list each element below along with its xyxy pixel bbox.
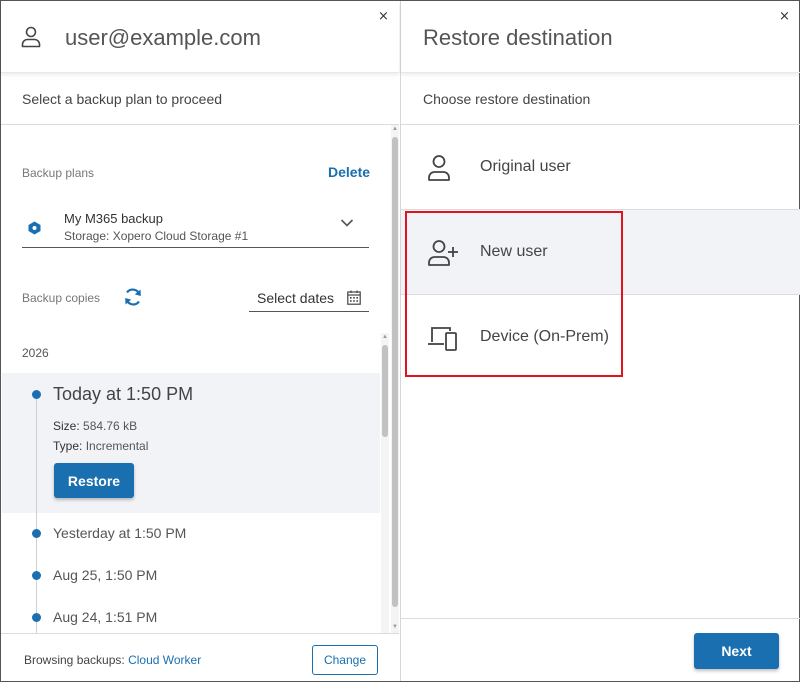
scroll-up-icon[interactable]: ▲	[381, 333, 389, 341]
worker-link[interactable]: Cloud Worker	[128, 653, 201, 667]
close-icon[interactable]: ×	[779, 10, 790, 23]
timeline-dot	[32, 390, 41, 399]
destination-label: Device (On-Prem)	[480, 328, 609, 345]
scroll-up-icon[interactable]: ▲	[391, 125, 399, 133]
browsing-info: Browsing backups: Cloud Worker	[24, 653, 202, 667]
year-heading: 2026	[22, 346, 49, 360]
hexagon-plan-icon	[28, 221, 41, 235]
copy-title: Today at 1:50 PM	[53, 384, 194, 404]
select-dates-picker[interactable]: Select dates	[249, 285, 369, 312]
calendar-icon	[347, 290, 361, 305]
panel-scrollbar[interactable]: ▲ ▼	[391, 125, 399, 633]
subtitle-text: Choose restore destination	[423, 91, 591, 107]
close-icon[interactable]: ×	[378, 10, 389, 23]
plan-name: My M365 backup	[64, 211, 163, 226]
panel-header: Restore destination	[401, 1, 800, 73]
copy-size: Size: 584.76 kB	[53, 419, 138, 433]
refresh-icon[interactable]	[123, 287, 143, 307]
panel-subtitle: Choose restore destination	[401, 74, 800, 125]
subtitle-text: Select a backup plan to proceed	[22, 91, 223, 107]
user-plus-icon	[428, 240, 458, 266]
copies-scrollbar[interactable]: ▲	[381, 333, 389, 633]
devices-icon	[428, 327, 457, 351]
scroll-thumb[interactable]	[392, 137, 398, 607]
delete-plan-link[interactable]: Delete	[328, 164, 370, 180]
next-button[interactable]: Next	[694, 633, 779, 669]
timeline-dot	[32, 613, 41, 622]
panel-footer: Browsing backups: Cloud Worker Change	[1, 633, 399, 681]
scroll-thumb[interactable]	[382, 345, 388, 437]
timeline-dot	[32, 529, 41, 538]
backup-copies-label: Backup copies	[22, 291, 101, 305]
backup-copy-item[interactable]: Aug 25, 1:50 PM	[53, 567, 157, 583]
account-title: user@example.com	[65, 25, 261, 50]
backup-copy-item[interactable]: Yesterday at 1:50 PM	[53, 525, 186, 541]
panel-footer: Next	[401, 618, 800, 681]
user-icon	[428, 155, 450, 181]
destination-device-on-prem[interactable]: Device (On-Prem)	[401, 295, 800, 381]
backup-copy-item[interactable]: Aug 24, 1:51 PM	[53, 609, 157, 625]
destination-label: Original user	[480, 158, 571, 175]
user-icon	[21, 26, 41, 48]
restore-destination-panel: Restore destination × Choose restore des…	[400, 1, 800, 681]
select-dates-label: Select dates	[257, 290, 335, 306]
timeline-line	[36, 393, 37, 633]
panel-header: user@example.com	[1, 1, 399, 73]
page-title: Restore destination	[423, 25, 613, 50]
scroll-down-icon[interactable]: ▼	[391, 623, 399, 631]
copy-type: Type: Incremental	[53, 439, 149, 453]
destination-label: New user	[480, 243, 548, 260]
chevron-down-icon	[340, 219, 354, 227]
backup-plan-dropdown[interactable]: My M365 backup Storage: Xopero Cloud Sto…	[22, 204, 369, 248]
backup-browser-panel: user@example.com × Select a backup plan …	[1, 1, 399, 681]
backup-plans-label: Backup plans	[22, 166, 95, 180]
destination-new-user[interactable]: New user	[401, 209, 800, 295]
timeline-dot	[32, 571, 41, 580]
destination-original-user[interactable]: Original user	[401, 125, 800, 211]
plan-storage: Storage: Xopero Cloud Storage #1	[64, 229, 249, 243]
restore-button[interactable]: Restore	[54, 463, 134, 498]
panel-subtitle: Select a backup plan to proceed	[1, 74, 399, 125]
change-button[interactable]: Change	[312, 645, 378, 675]
